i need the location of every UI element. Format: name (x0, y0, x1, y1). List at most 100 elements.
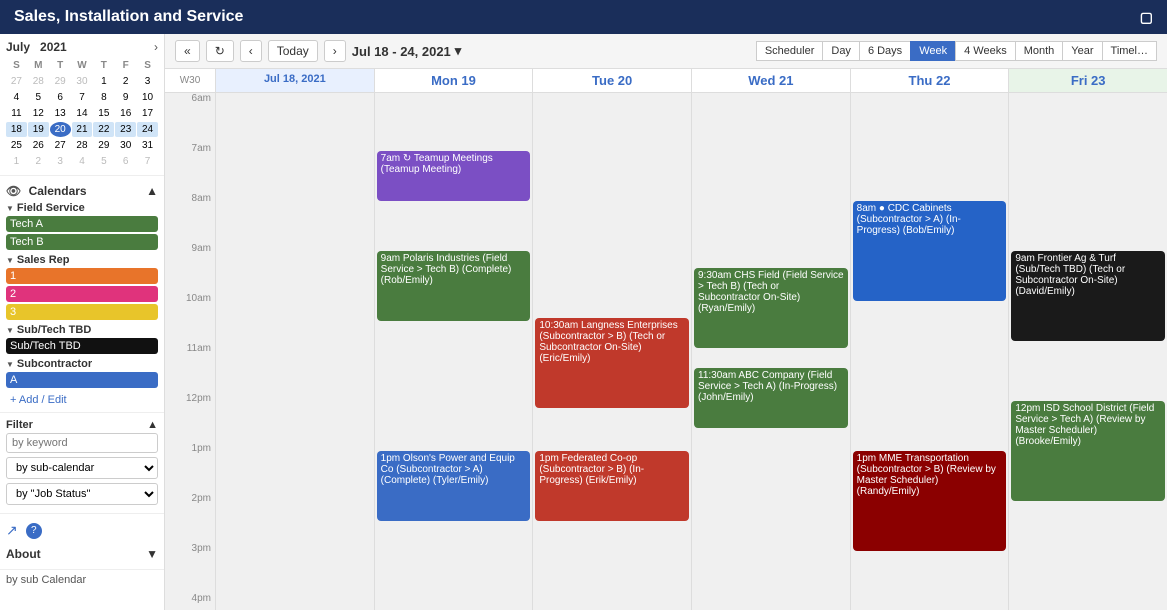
mini-cal-day[interactable]: 30 (72, 74, 93, 89)
hour-slot[interactable] (692, 443, 850, 493)
view-btn-year[interactable]: Year (1062, 41, 1101, 61)
hour-slot[interactable] (216, 493, 374, 543)
hour-slot[interactable] (692, 593, 850, 610)
view-btn-week[interactable]: Week (910, 41, 955, 61)
mini-cal-day[interactable]: 6 (115, 154, 136, 169)
mini-cal-day[interactable]: 27 (6, 74, 27, 89)
mini-cal-day[interactable]: 16 (115, 106, 136, 121)
hour-slot[interactable] (692, 493, 850, 543)
event-e4[interactable]: 10:30am Langness Enterprises (Subcontrac… (535, 318, 689, 408)
mini-cal-day[interactable]: 17 (137, 106, 158, 121)
date-dropdown-icon[interactable]: ▾ (455, 43, 462, 59)
sub-calendar-filter[interactable]: by sub-calendar (6, 457, 158, 479)
hour-slot[interactable] (692, 93, 850, 143)
cal-item[interactable]: Tech B (6, 234, 158, 250)
mini-cal-day[interactable]: 4 (6, 90, 27, 105)
mini-cal-day[interactable]: 24 (137, 122, 158, 137)
mini-cal-day[interactable]: 8 (93, 90, 114, 105)
hour-slot[interactable] (692, 543, 850, 593)
mini-cal-day[interactable]: 25 (6, 138, 27, 153)
view-btn-day[interactable]: Day (822, 41, 859, 61)
event-e1[interactable]: 7am ↻ Teamup Meetings (Teamup Meeting) (377, 151, 531, 201)
mini-cal-day[interactable]: 2 (115, 74, 136, 89)
view-btn-month[interactable]: Month (1015, 41, 1063, 61)
hour-slot[interactable] (533, 243, 691, 293)
mini-cal-day[interactable]: 1 (93, 74, 114, 89)
keyword-filter[interactable] (6, 433, 158, 453)
event-e3[interactable]: 1pm Olson's Power and Equip Co (Subcontr… (377, 451, 531, 521)
hour-slot[interactable] (533, 193, 691, 243)
hour-slot[interactable] (216, 143, 374, 193)
help-icon[interactable]: ? (26, 523, 42, 539)
event-e2[interactable]: 9am Polaris Industries (Field Service > … (377, 251, 531, 321)
hour-slot[interactable] (1009, 93, 1167, 143)
mini-cal-day[interactable]: 14 (72, 106, 93, 121)
mini-cal-day[interactable]: 5 (93, 154, 114, 169)
view-btn-6-days[interactable]: 6 Days (859, 41, 910, 61)
hour-slot[interactable] (533, 593, 691, 610)
cal-item[interactable]: A (6, 372, 158, 388)
mini-cal-day[interactable]: 5 (28, 90, 49, 105)
add-edit-button[interactable]: + Add / Edit (6, 392, 158, 408)
share-icon[interactable]: ↗ (6, 522, 18, 539)
hour-slot[interactable] (533, 143, 691, 193)
hour-slot[interactable] (216, 243, 374, 293)
mini-cal-day[interactable]: 30 (115, 138, 136, 153)
filter-header[interactable]: Filter ▲ (6, 417, 158, 433)
hour-slot[interactable] (216, 443, 374, 493)
cal-item[interactable]: Tech A (6, 216, 158, 232)
mini-cal-day[interactable]: 18 (6, 122, 27, 137)
hour-slot[interactable] (1009, 143, 1167, 193)
mini-cal-day[interactable]: 27 (50, 138, 71, 153)
hour-slot[interactable] (851, 393, 1009, 443)
hour-slot[interactable] (375, 393, 533, 443)
calendars-header[interactable]: 👁 Calendars ▲ (6, 180, 158, 202)
hour-slot[interactable] (851, 343, 1009, 393)
hour-slot[interactable] (692, 193, 850, 243)
hour-slot[interactable] (533, 543, 691, 593)
hour-slot[interactable] (375, 343, 533, 393)
mini-cal-day[interactable]: 10 (137, 90, 158, 105)
mini-cal-day[interactable]: 20 (50, 122, 71, 137)
hour-slot[interactable] (851, 143, 1009, 193)
hour-slot[interactable] (851, 93, 1009, 143)
hour-slot[interactable] (375, 543, 533, 593)
refresh-btn[interactable]: ↻ (206, 40, 234, 62)
mini-cal-day[interactable]: 28 (72, 138, 93, 153)
hour-slot[interactable] (216, 593, 374, 610)
mini-cal-day[interactable]: 6 (50, 90, 71, 105)
mini-cal-day[interactable]: 19 (28, 122, 49, 137)
mini-cal-day[interactable]: 7 (137, 154, 158, 169)
mini-cal-day[interactable]: 1 (6, 154, 27, 169)
mini-cal-day[interactable]: 4 (72, 154, 93, 169)
mini-cal-day[interactable]: 7 (72, 90, 93, 105)
hour-slot[interactable] (1009, 193, 1167, 243)
hour-slot[interactable] (1009, 593, 1167, 610)
hour-slot[interactable] (1009, 343, 1167, 393)
event-e5[interactable]: 1pm Federated Co-op (Subcontractor > B) … (535, 451, 689, 521)
event-e8[interactable]: 8am ● CDC Cabinets (Subcontractor > A) (… (853, 201, 1007, 301)
today-btn[interactable]: Today (268, 40, 318, 62)
event-e11[interactable]: 12pm ISD School District (Field Service … (1011, 401, 1165, 501)
hour-slot[interactable] (216, 193, 374, 243)
view-btn-scheduler[interactable]: Scheduler (756, 41, 823, 61)
next-btn[interactable]: › (324, 40, 346, 62)
mini-cal-day[interactable]: 28 (28, 74, 49, 89)
cal-item[interactable]: 3 (6, 304, 158, 320)
hour-slot[interactable] (216, 543, 374, 593)
mini-cal-day[interactable]: 23 (115, 122, 136, 137)
mini-cal-next[interactable]: › (154, 40, 158, 54)
hour-slot[interactable] (375, 93, 533, 143)
hour-slot[interactable] (533, 93, 691, 143)
event-e9[interactable]: 1pm MME Transportation (Subcontractor > … (853, 451, 1007, 551)
mini-cal-day[interactable]: 13 (50, 106, 71, 121)
mini-cal-day[interactable]: 2 (28, 154, 49, 169)
hour-slot[interactable] (216, 393, 374, 443)
hour-slot[interactable] (1009, 543, 1167, 593)
job-status-filter[interactable]: by "Job Status" (6, 483, 158, 505)
mini-cal-day[interactable]: 11 (6, 106, 27, 121)
mini-cal-day[interactable]: 3 (137, 74, 158, 89)
event-e6[interactable]: 9:30am CHS Field (Field Service > Tech B… (694, 268, 848, 348)
hour-slot[interactable] (216, 293, 374, 343)
view-btn-4-weeks[interactable]: 4 Weeks (955, 41, 1015, 61)
